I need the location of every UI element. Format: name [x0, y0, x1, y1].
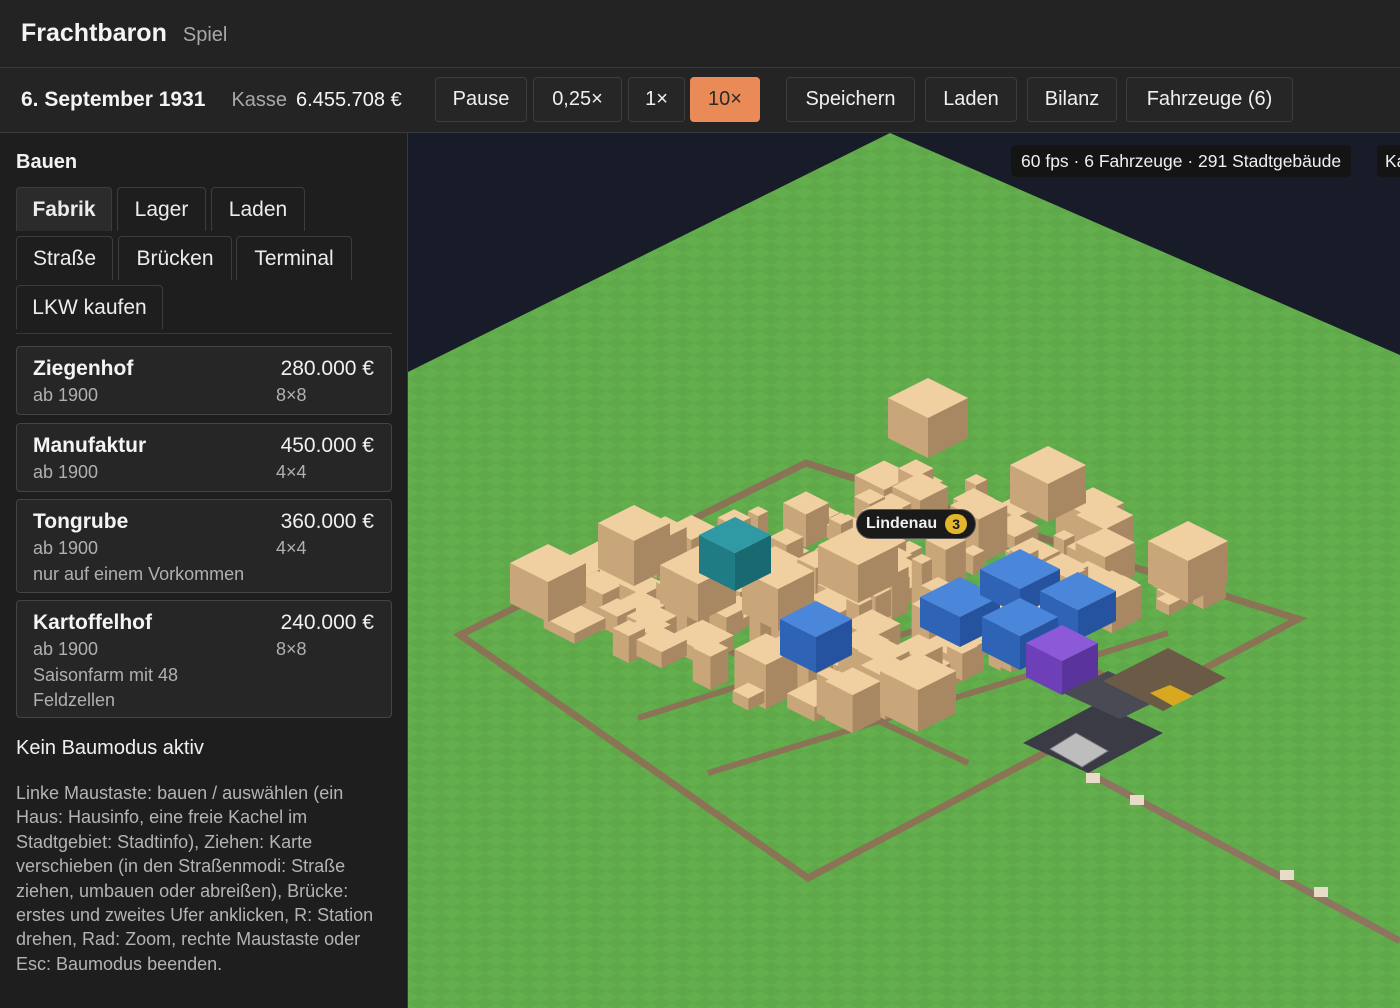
rail-wagon — [1280, 870, 1294, 880]
item-note: nur auf einem Vorkommen — [33, 564, 245, 584]
balance-button[interactable]: Bilanz — [1027, 77, 1117, 122]
save-button[interactable]: Speichern — [786, 77, 915, 122]
tab-shop[interactable]: Laden — [211, 187, 305, 231]
tabs-divider — [16, 333, 392, 334]
tab-road[interactable]: Straße — [16, 236, 113, 280]
item-size: 8×8 — [276, 639, 307, 659]
item-note: Saisonfarm mit 48 Feldzellen — [33, 665, 179, 710]
app-title: Frachtbaron — [21, 19, 167, 47]
item-since: ab 1900 — [33, 462, 99, 482]
rail-wagon — [1130, 795, 1144, 805]
item-price: 240.000 € — [280, 611, 374, 634]
stats-text: 60 fps · 6 Fahrzeuge · 291 Stadtgebäude — [1021, 150, 1342, 171]
cash-value: 6.455.708 € — [296, 88, 402, 111]
build-item-tongrube[interactable]: Tongrube 360.000 € ab 1900 4×4 nur auf e… — [16, 499, 392, 593]
stats-overlay: 60 fps · 6 Fahrzeuge · 291 Stadtgebäude — [1011, 145, 1352, 177]
load-button[interactable]: Laden — [925, 77, 1017, 122]
tab-buy-truck[interactable]: LKW kaufen — [16, 285, 163, 329]
speed-10x-button[interactable]: 10× — [690, 77, 760, 122]
pause-button[interactable]: Pause — [435, 77, 527, 122]
vehicles-button[interactable]: Fahrzeuge (6) — [1126, 77, 1293, 122]
title-bar: Frachtbaron Spiel — [0, 0, 1400, 68]
item-since: ab 1900 — [33, 639, 99, 659]
city-name: Lindenau — [866, 515, 938, 532]
item-price: 360.000 € — [280, 510, 374, 533]
rail-wagon — [1314, 887, 1328, 897]
tab-bridges[interactable]: Brücken — [118, 236, 232, 280]
toolbar: 6. September 1931 Kasse 6.455.708 € Paus… — [0, 68, 1400, 133]
item-price: 280.000 € — [280, 357, 374, 380]
item-size: 8×8 — [276, 385, 307, 405]
build-item-kartoffelhof[interactable]: Kartoffelhof 240.000 € ab 1900 8×8 Saiso… — [16, 600, 392, 718]
game-date: 6. September 1931 — [21, 88, 206, 111]
stats-text-cut: Ka — [1385, 150, 1400, 171]
rail-wagon — [1086, 773, 1100, 783]
tab-factory[interactable]: Fabrik — [16, 187, 112, 231]
help-text: Linke Maustaste: bauen / auswählen (ein … — [16, 783, 374, 974]
item-size: 4×4 — [276, 462, 307, 482]
build-item-manufaktur[interactable]: Manufaktur 450.000 € ab 1900 4×4 — [16, 423, 392, 492]
build-heading: Bauen — [16, 151, 78, 173]
speed-1x-button[interactable]: 1× — [628, 77, 685, 122]
item-name: Tongrube — [33, 510, 129, 533]
item-since: ab 1900 — [33, 385, 99, 405]
isometric-map[interactable] — [408, 133, 1400, 1008]
tab-terminal[interactable]: Terminal — [236, 236, 352, 280]
item-price: 450.000 € — [280, 434, 374, 457]
city-level-badge: 3 — [945, 514, 968, 534]
stats-overlay-2: Ka — [1377, 145, 1400, 177]
item-size: 4×4 — [276, 538, 307, 558]
build-mode-status: Kein Baumodus aktiv — [16, 737, 204, 759]
app-subtitle: Spiel — [182, 24, 228, 46]
cash-label: Kasse — [231, 88, 288, 111]
item-name: Ziegenhof — [33, 357, 134, 380]
build-item-ziegenhof[interactable]: Ziegenhof 280.000 € ab 1900 8×8 — [16, 346, 392, 415]
build-sidebar: Bauen Fabrik Lager Laden Straße Brücken … — [0, 133, 408, 1008]
item-since: ab 1900 — [33, 538, 99, 558]
item-name: Manufaktur — [33, 434, 147, 457]
speed-quarter-button[interactable]: 0,25× — [533, 77, 622, 122]
tab-warehouse[interactable]: Lager — [117, 187, 206, 231]
city-label-lindenau[interactable]: Lindenau 3 — [856, 509, 977, 539]
item-name: Kartoffelhof — [33, 611, 152, 634]
map-viewport[interactable]: 60 fps · 6 Fahrzeuge · 291 Stadtgebäude … — [408, 133, 1400, 1008]
